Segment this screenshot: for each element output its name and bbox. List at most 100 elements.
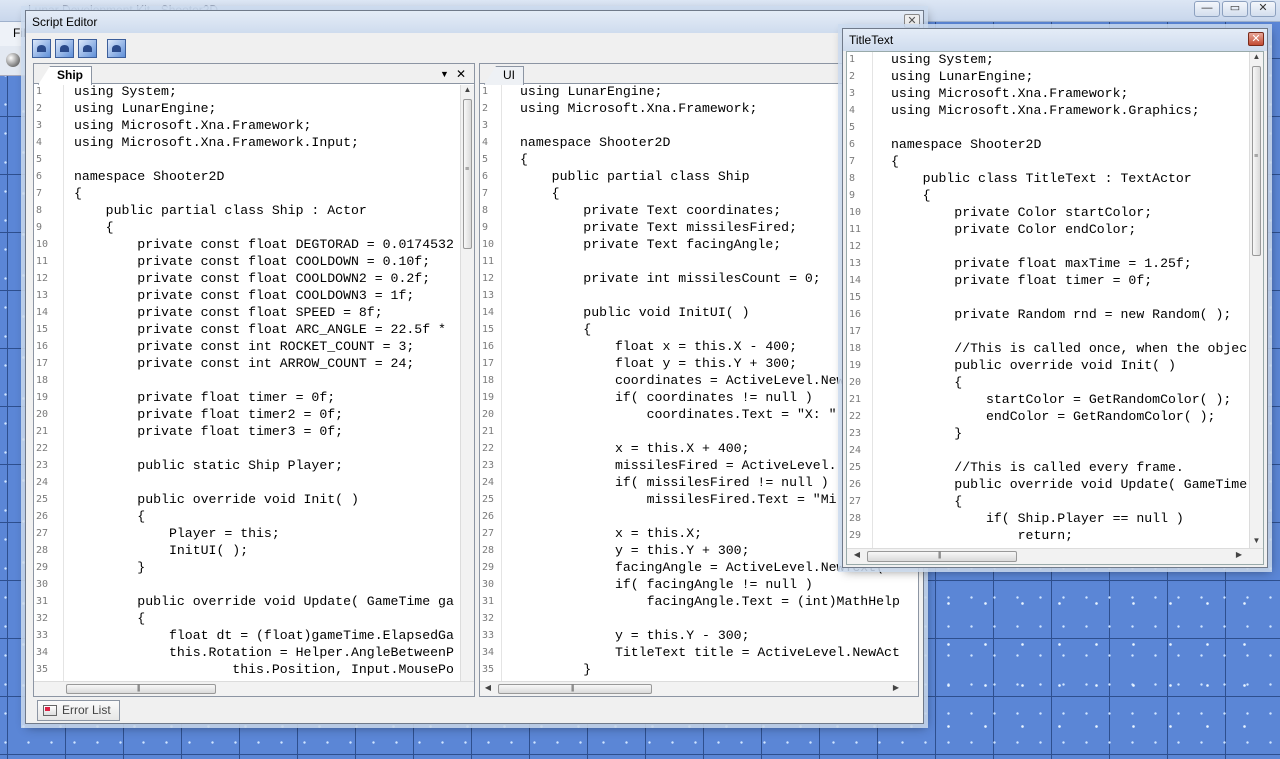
code-line: public override void Init( ) (74, 492, 359, 507)
scroll-right-icon[interactable]: ▶ (890, 682, 902, 694)
title-text-code-editor[interactable]: 1 using System; 2 using LunarEngine; 3 using … (847, 52, 1249, 548)
line-number: 5 (36, 154, 43, 165)
ui-horizontal-scroll-thumb[interactable]: ||| (498, 684, 652, 694)
ship-code-editor[interactable]: 1 using System; 2 using LunarEngine; 3 using … (34, 85, 460, 681)
title-text-title-bar[interactable]: TitleText ✕ (843, 29, 1267, 51)
code-line: { (74, 611, 146, 626)
ui-horizontal-scrollbar[interactable]: ◀ ||| ▶ (480, 681, 918, 696)
script-editor-title-bar[interactable]: Script Editor ✕ (26, 11, 923, 33)
line-number: 18 (482, 375, 495, 386)
line-number: 17 (849, 326, 862, 337)
tab-close-icon[interactable]: ✕ (456, 67, 466, 81)
code-line: public override void Update( GameTime (891, 477, 1248, 492)
script-image-icon[interactable] (55, 39, 74, 58)
ship-horizontal-scroll-thumb[interactable]: ||| (66, 684, 216, 694)
code-line: public class TitleText : TextActor (891, 171, 1192, 186)
scroll-up-icon[interactable]: ▲ (1250, 52, 1263, 64)
ship-vertical-scroll-thumb[interactable]: ≡ (463, 99, 472, 249)
line-number: 22 (482, 443, 495, 454)
line-number: 9 (482, 222, 489, 233)
code-line: missilesFired.Text = "Mi (520, 492, 837, 507)
line-number: 23 (36, 460, 49, 471)
code-line: private const float DEGTORAD = 0.0174532 (74, 237, 454, 252)
code-line: //This is called once, when the objec (891, 341, 1248, 356)
line-number: 27 (36, 528, 49, 539)
code-line: private const int ROCKET_COUNT = 3; (74, 339, 415, 354)
code-line: { (891, 154, 899, 169)
code-line: namespace Shooter2D (891, 137, 1042, 152)
line-number: 3 (849, 88, 856, 99)
line-number: 3 (36, 120, 43, 131)
scroll-left-icon[interactable]: ◀ (851, 549, 863, 561)
ship-horizontal-scrollbar[interactable]: ||| (34, 681, 474, 696)
code-line: facingAngle = ActiveLevel.NewText( (520, 560, 885, 575)
line-number: 18 (849, 343, 862, 354)
code-line: using System; (74, 85, 177, 99)
ship-vertical-scrollbar[interactable]: ▲ ≡ (460, 85, 474, 681)
host-close-button[interactable]: ✕ (1250, 1, 1276, 17)
code-line: private const int ARROW_COUNT = 24; (74, 356, 415, 371)
scroll-right-icon[interactable]: ▶ (1233, 549, 1245, 561)
title-text-vertical-scrollbar[interactable]: ▲ ≡ ▼ (1249, 52, 1263, 548)
line-number: 21 (36, 426, 49, 437)
line-number: 14 (849, 275, 862, 286)
line-number: 11 (482, 256, 495, 267)
code-line: private float timer3 = 0f; (74, 424, 344, 439)
line-number: 14 (36, 307, 49, 318)
line-number: 20 (482, 409, 495, 420)
scroll-down-icon[interactable]: ▼ (1250, 536, 1263, 548)
line-number: 15 (482, 324, 495, 335)
line-number: 23 (849, 428, 862, 439)
title-text-close-button[interactable]: ✕ (1248, 32, 1264, 46)
tab-ui[interactable]: UI (484, 66, 524, 85)
line-number: 15 (36, 324, 49, 335)
line-number: 19 (482, 392, 495, 403)
title-text-horizontal-scroll-thumb[interactable]: ||| (867, 551, 1017, 562)
grip-icon: ||| (137, 685, 141, 692)
code-line: private float timer = 0f; (74, 390, 336, 405)
code-line: private const float ARC_ANGLE = 22.5f * (74, 322, 446, 337)
code-line: } (891, 426, 963, 441)
line-number: 34 (36, 647, 49, 658)
line-number: 5 (482, 154, 489, 165)
globe-icon[interactable] (6, 53, 20, 67)
title-text-horizontal-scrollbar[interactable]: ◀ ||| ▶ (847, 548, 1263, 564)
script-image-icon[interactable] (107, 39, 126, 58)
line-number: 30 (36, 579, 49, 590)
line-number: 29 (36, 562, 49, 573)
line-number: 34 (482, 647, 495, 658)
line-number: 8 (849, 173, 856, 184)
scroll-left-icon[interactable]: ◀ (482, 682, 494, 694)
code-line: using System; (891, 52, 994, 67)
code-line: private Color startColor; (891, 205, 1153, 220)
code-line: float y = this.Y + 300; (520, 356, 797, 371)
code-line: if( missilesFired != null ) (520, 475, 829, 490)
line-number: 11 (849, 224, 862, 235)
error-list-button[interactable]: Error List (37, 700, 120, 721)
tab-ship[interactable]: Ship (38, 66, 92, 85)
script-image-icon[interactable] (32, 39, 51, 58)
code-line: float dt = (float)gameTime.ElapsedGa (74, 628, 454, 643)
tab-dropdown-icon[interactable]: ▼ (440, 69, 449, 79)
line-number: 23 (482, 460, 495, 471)
line-number: 12 (482, 273, 495, 284)
line-number: 14 (482, 307, 495, 318)
line-number: 32 (36, 613, 49, 624)
menu-file[interactable]: Fil (13, 26, 26, 40)
script-image-icon[interactable] (78, 39, 97, 58)
host-maximize-button[interactable]: ▭ (1222, 1, 1248, 17)
line-number: 4 (36, 137, 43, 148)
script-editor-close-button[interactable]: ✕ (904, 14, 920, 28)
code-line: Player = this; (74, 526, 280, 541)
line-number: 6 (36, 171, 43, 182)
code-line: private Color endColor; (891, 222, 1137, 237)
line-number: 24 (849, 445, 862, 456)
line-number: 13 (482, 290, 495, 301)
line-number: 35 (482, 664, 495, 675)
code-line: private float timer2 = 0f; (74, 407, 344, 422)
code-line: public static Ship Player; (74, 458, 344, 473)
line-number: 4 (482, 137, 489, 148)
host-minimize-button[interactable]: — (1194, 1, 1220, 17)
scroll-up-icon[interactable]: ▲ (461, 85, 474, 97)
title-text-vertical-scroll-thumb[interactable]: ≡ (1252, 66, 1261, 256)
